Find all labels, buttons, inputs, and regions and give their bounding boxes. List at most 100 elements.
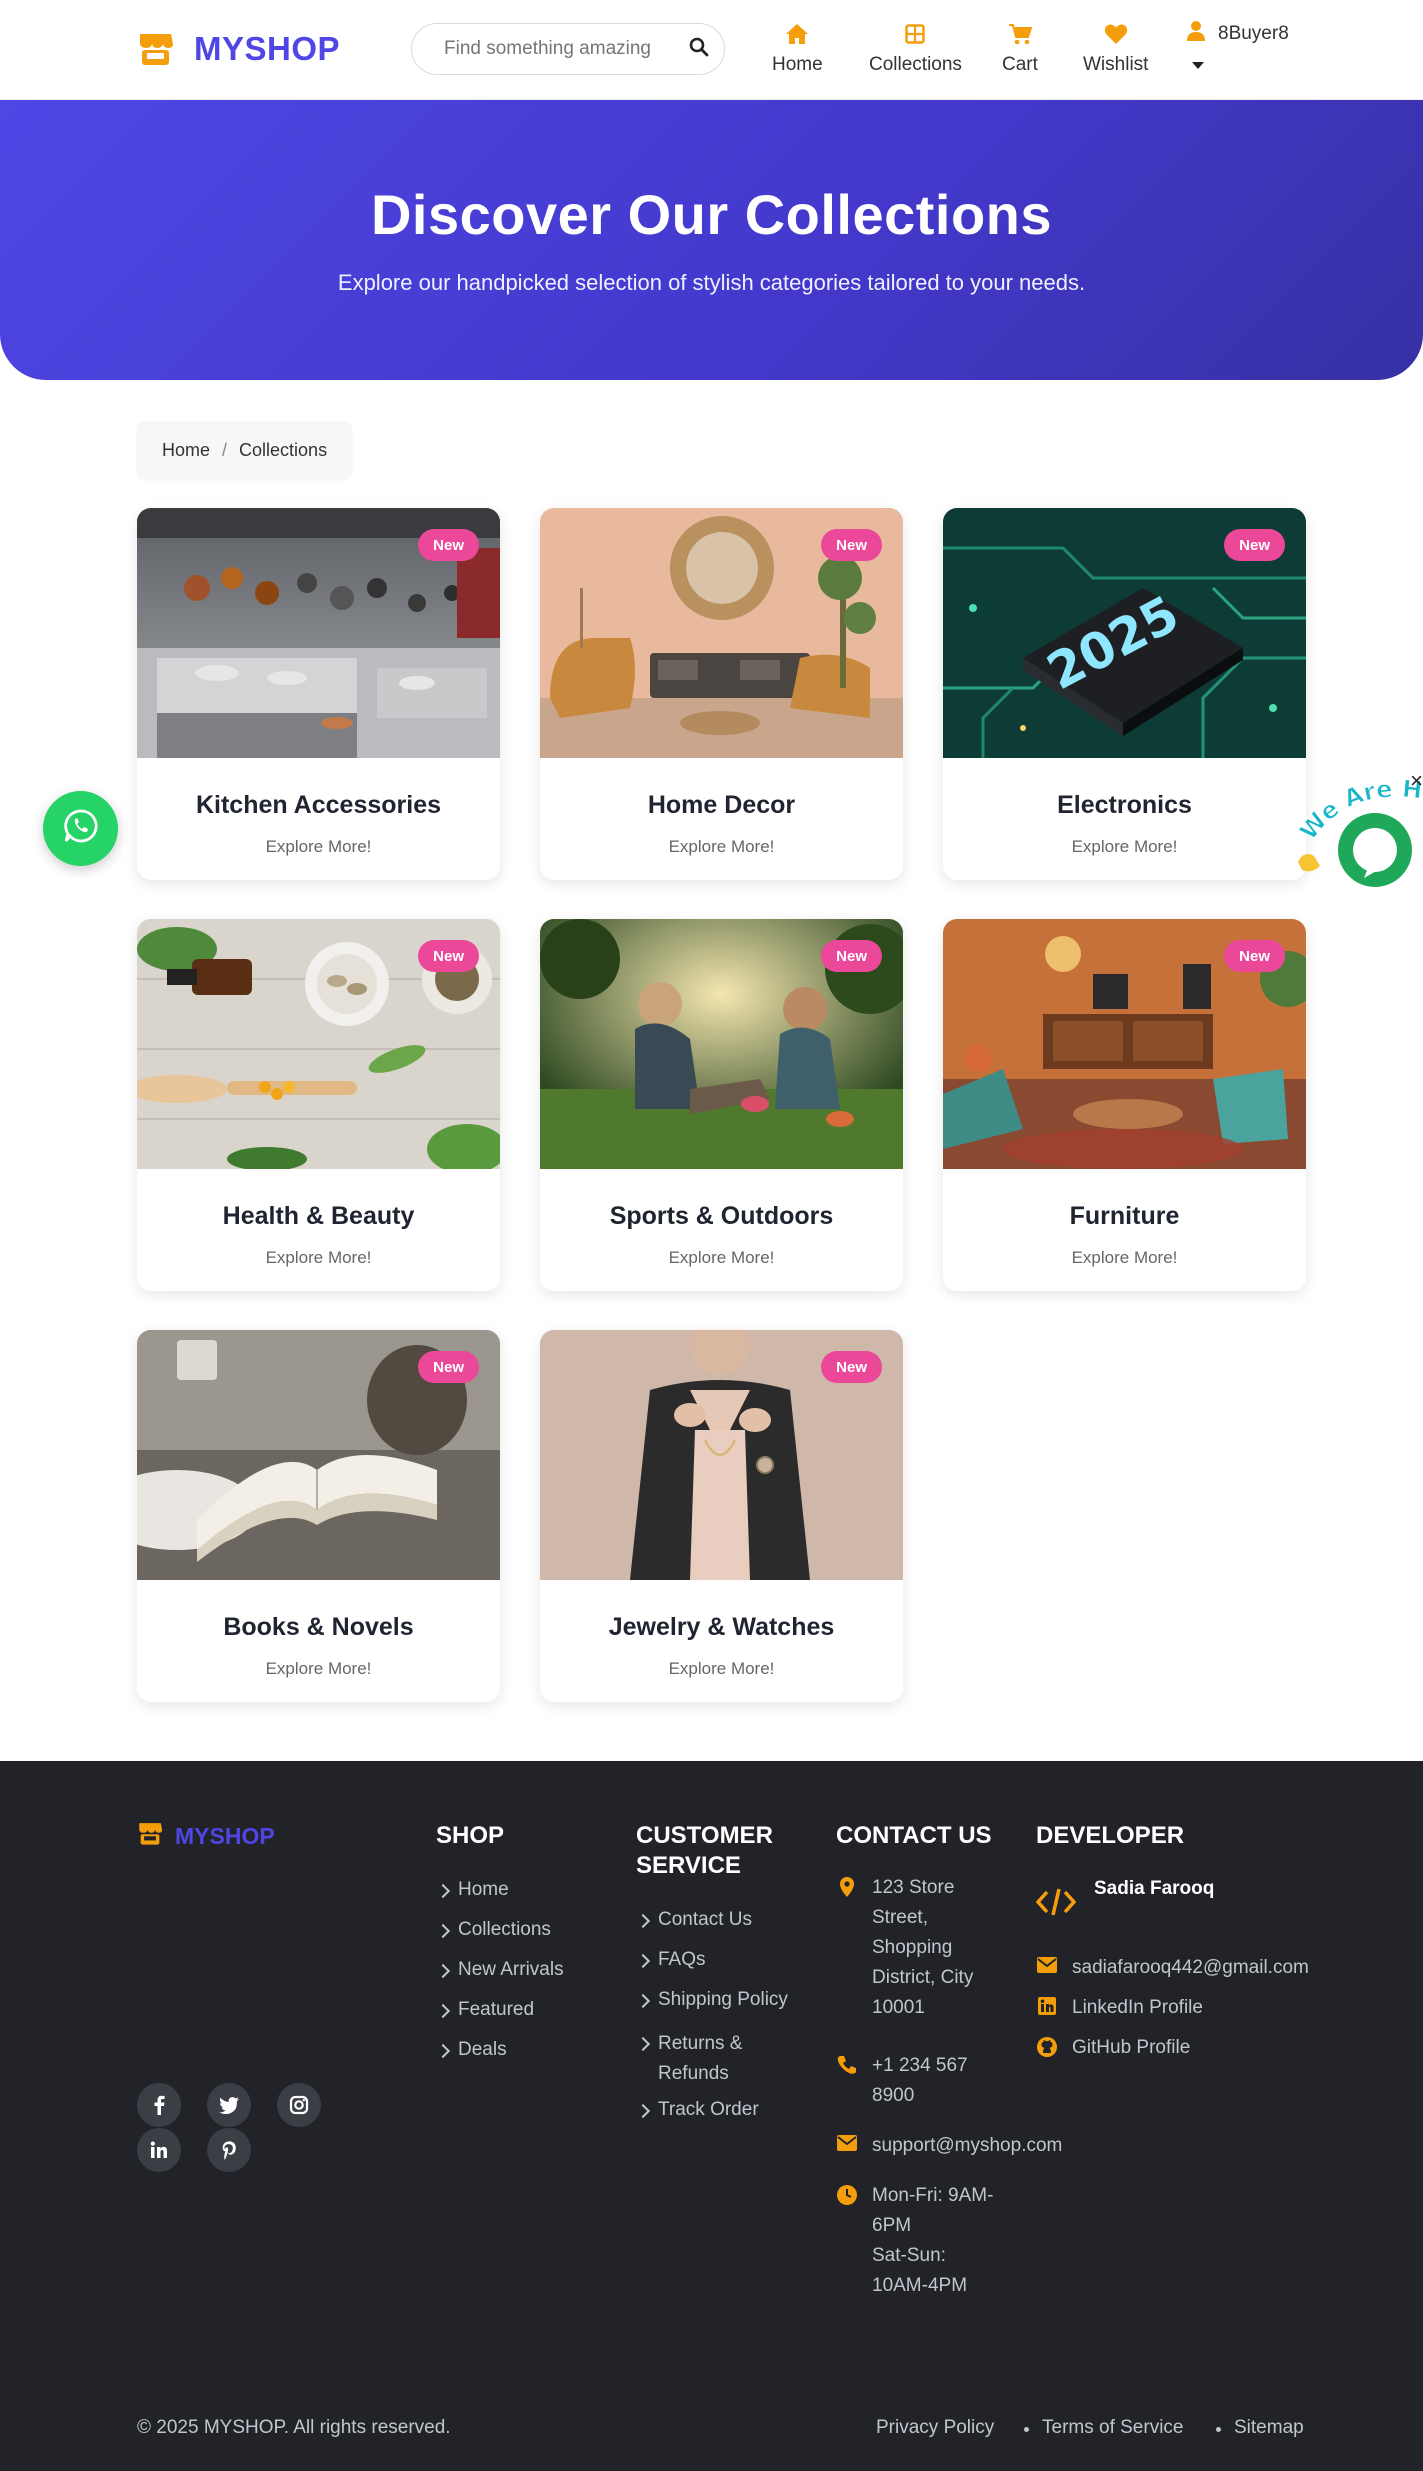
breadcrumb-home[interactable]: Home xyxy=(162,440,210,461)
nav-cart[interactable]: Cart xyxy=(1002,22,1038,76)
chevron-right-icon xyxy=(435,1923,451,1939)
new-badge: New xyxy=(821,1351,882,1383)
collection-card-jewelry-watches[interactable]: New Jewelry & Watches Explore More! xyxy=(540,1330,903,1702)
grid-icon xyxy=(905,22,926,46)
developer-linkedin[interactable]: LinkedIn Profile xyxy=(1036,1993,1203,2023)
whatsapp-icon xyxy=(62,807,100,850)
developer-github[interactable]: GitHub Profile xyxy=(1036,2033,1190,2063)
contact-address: 123 Store Street, Shopping District, Cit… xyxy=(836,1873,996,2023)
collection-title: Jewelry & Watches xyxy=(608,1613,835,1641)
linkedin-icon[interactable] xyxy=(137,2128,181,2172)
chevron-down-icon[interactable] xyxy=(1192,62,1204,69)
linkedin-icon xyxy=(1036,1997,1058,2015)
hero-subtitle: Explore our handpicked selection of styl… xyxy=(337,270,1086,295)
breadcrumb-separator: / xyxy=(222,439,228,460)
breadcrumb-current: Collections xyxy=(239,439,328,460)
footer-link[interactable]: Contact Us xyxy=(635,1909,811,1949)
hero-banner: Discover Our Collections Explore our han… xyxy=(0,100,1423,380)
collection-explore-link[interactable]: Explore More! xyxy=(137,1659,500,1679)
contact-hours: Mon-Fri: 9AM-6PM Sat-Sun: 10AM-4PM xyxy=(836,2181,996,2301)
collection-explore-link[interactable]: Explore More! xyxy=(540,1659,903,1679)
nav-collections-label: Collections xyxy=(869,54,962,75)
collection-title: Sports & Outdoors xyxy=(609,1202,834,1230)
collection-explore-link[interactable]: Explore More! xyxy=(137,837,500,857)
phone-icon xyxy=(836,2055,858,2075)
search-icon xyxy=(689,37,709,62)
navbar: MYSHOP Home Collections Cart Wishlist xyxy=(0,0,1423,100)
footer-link[interactable]: Shipping Policy xyxy=(635,1989,811,2029)
chevron-right-icon xyxy=(635,1913,651,1929)
terms-of-service-link[interactable]: Terms of Service xyxy=(1042,2417,1183,2439)
footer-link[interactable]: Track Order xyxy=(635,2099,811,2139)
collection-card-furniture[interactable]: New Furniture Explore More! xyxy=(943,919,1306,1291)
footer-link[interactable]: Home xyxy=(435,1879,564,1919)
user-name: 8Buyer8 xyxy=(1218,23,1289,44)
chat-close-icon[interactable]: × xyxy=(1410,770,1423,792)
footer-link[interactable]: Returns & Refunds xyxy=(635,2029,811,2099)
nav-home[interactable]: Home xyxy=(772,22,823,76)
envelope-icon xyxy=(836,2135,858,2151)
instagram-icon[interactable] xyxy=(277,2083,321,2127)
footer-customer-service-links: Contact Us FAQs Shipping Policy Returns … xyxy=(635,1909,811,2139)
collection-explore-link[interactable]: Explore More! xyxy=(540,1248,903,1268)
legal-separator xyxy=(1216,2427,1221,2432)
collection-card-books-novels[interactable]: New Books & Novels Explore More! xyxy=(137,1330,500,1702)
whatsapp-button[interactable] xyxy=(43,791,118,866)
user-menu[interactable]: 8Buyer8 xyxy=(1186,20,1289,69)
nav-wishlist-label: Wishlist xyxy=(1083,54,1149,75)
pinterest-icon[interactable] xyxy=(207,2128,251,2172)
footer-contact-heading: CONTACT US xyxy=(836,1822,992,1849)
contact-email[interactable]: support@myshop.com xyxy=(836,2131,1062,2161)
privacy-policy-link[interactable]: Privacy Policy xyxy=(876,2417,994,2439)
footer-brand[interactable]: MYSHOP xyxy=(137,1821,275,1851)
new-badge: New xyxy=(1224,529,1285,561)
home-icon xyxy=(785,22,809,46)
nav-wishlist[interactable]: Wishlist xyxy=(1083,22,1148,76)
user-icon xyxy=(1186,20,1206,48)
collection-title: Furniture xyxy=(1069,1202,1180,1230)
chevron-right-icon xyxy=(635,2103,651,2119)
collection-explore-link[interactable]: Explore More! xyxy=(943,1248,1306,1268)
legal-separator xyxy=(1024,2427,1029,2432)
collection-card-health-beauty[interactable]: New Health & Beauty Explore More! xyxy=(137,919,500,1291)
clock-icon xyxy=(836,2185,858,2205)
developer-email[interactable]: sadiafarooq442@gmail.com xyxy=(1036,1953,1309,1983)
new-badge: New xyxy=(1224,940,1285,972)
collection-card-home-decor[interactable]: New Home Decor Explore More! xyxy=(540,508,903,880)
facebook-icon[interactable] xyxy=(137,2083,181,2127)
footer-link[interactable]: New Arrivals xyxy=(435,1959,564,1999)
code-icon xyxy=(1035,1888,1077,1921)
nav-home-label: Home xyxy=(772,54,823,75)
twitter-icon[interactable] xyxy=(207,2083,251,2127)
collection-explore-link[interactable]: Explore More! xyxy=(137,1248,500,1268)
chevron-right-icon xyxy=(435,2003,451,2019)
nav-collections[interactable]: Collections xyxy=(869,22,962,76)
footer-link[interactable]: Deals xyxy=(435,2039,564,2079)
footer-shop-links: Home Collections New Arrivals Featured D… xyxy=(435,1879,564,2079)
collection-card-electronics[interactable]: 2025 New Electronics Explore More! xyxy=(943,508,1306,880)
new-badge: New xyxy=(418,1351,479,1383)
collection-title: Books & Novels xyxy=(223,1613,414,1641)
footer-brand-name: MYSHOP xyxy=(175,1822,275,1849)
collection-explore-link[interactable]: Explore More! xyxy=(540,837,903,857)
contact-phone[interactable]: +1 234 567 8900 xyxy=(836,2051,996,2111)
search-input[interactable] xyxy=(411,23,673,75)
sitemap-link[interactable]: Sitemap xyxy=(1234,2417,1304,2439)
collection-card-sports-outdoors[interactable]: New Sports & Outdoors Explore More! xyxy=(540,919,903,1291)
new-badge: New xyxy=(418,529,479,561)
footer-link[interactable]: Featured xyxy=(435,1999,564,2039)
footer-link[interactable]: Collections xyxy=(435,1919,564,1959)
hero-title: Discover Our Collections xyxy=(370,183,1053,246)
new-badge: New xyxy=(821,529,882,561)
collection-card-kitchen[interactable]: New Kitchen Accessories Explore More! xyxy=(137,508,500,880)
footer-shop-heading: SHOP xyxy=(436,1822,505,1849)
chat-widget[interactable]: We Are Here × xyxy=(1281,748,1423,900)
footer-link[interactable]: FAQs xyxy=(635,1949,811,1989)
brand-logo[interactable]: MYSHOP xyxy=(137,30,340,68)
footer-developer-heading: DEVELOPER xyxy=(1036,1822,1185,1849)
chevron-right-icon xyxy=(435,2043,451,2059)
search-button[interactable] xyxy=(673,23,725,75)
collection-explore-link[interactable]: Explore More! xyxy=(943,837,1306,857)
envelope-icon xyxy=(1036,1957,1058,1973)
chevron-right-icon xyxy=(435,1963,451,1979)
